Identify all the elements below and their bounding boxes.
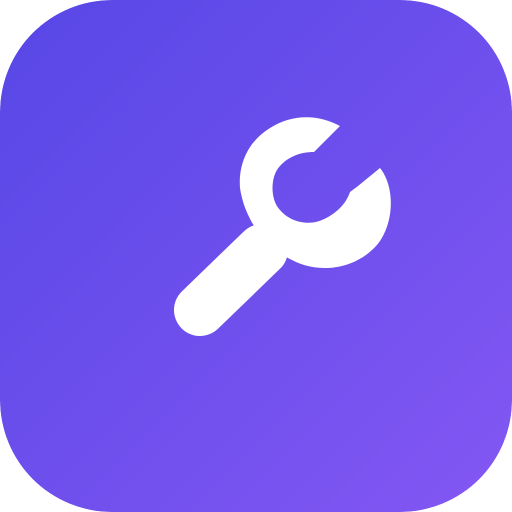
app-icon[interactable] <box>0 0 512 512</box>
app-icon-graphic <box>0 0 512 512</box>
